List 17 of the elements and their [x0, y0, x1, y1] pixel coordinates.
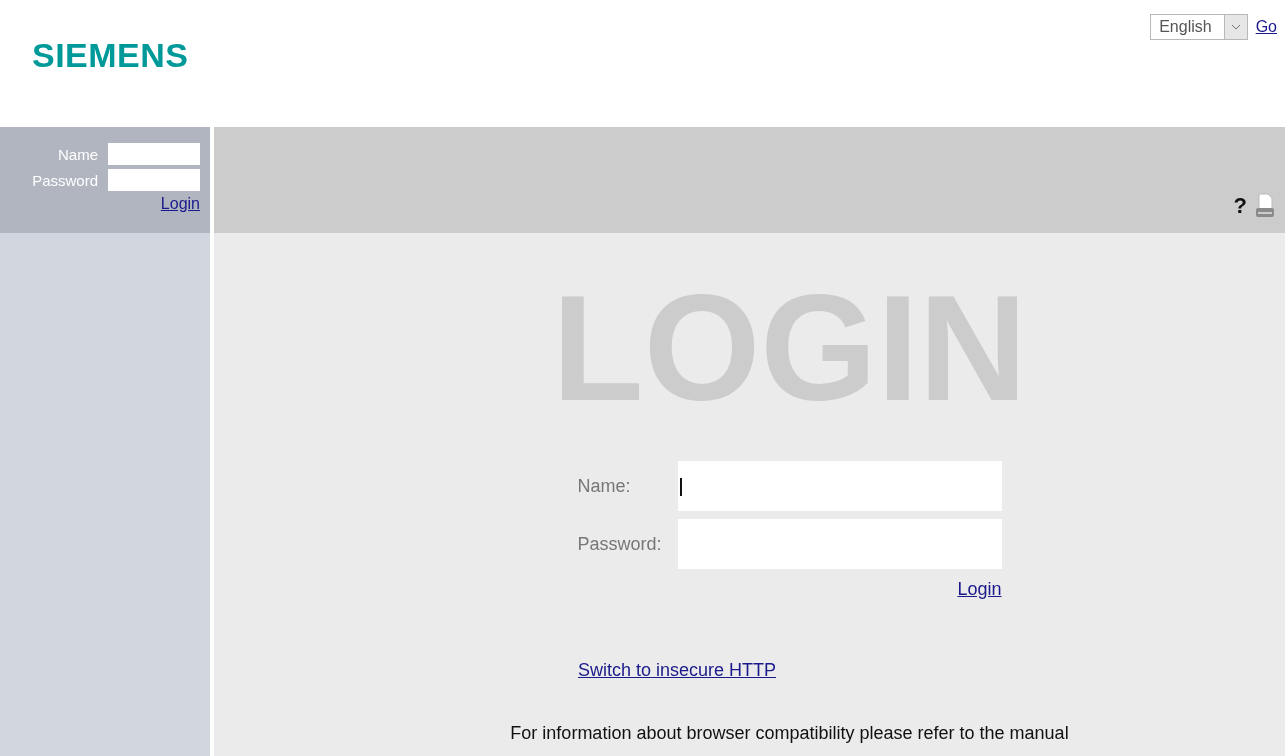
switch-http-link[interactable]: Switch to insecure HTTP — [578, 660, 777, 680]
input-field[interactable] — [108, 143, 200, 165]
field-label: Password — [32, 171, 98, 189]
siemens-logo: SIEMENS — [32, 36, 189, 75]
chevron-down-icon — [1230, 24, 1241, 30]
login-link[interactable]: Login — [160, 195, 200, 213]
info-text: For information about browser compatibility please refer to the manual — [510, 723, 1069, 744]
language-select[interactable]: English — [1150, 14, 1248, 40]
help-button[interactable]: ? — [1233, 193, 1247, 219]
input-field[interactable] — [677, 461, 1002, 511]
go-link[interactable]: Go — [1255, 18, 1277, 36]
login-link[interactable]: Login — [957, 579, 1002, 600]
input-field[interactable] — [108, 169, 200, 191]
printer-icon[interactable] — [1255, 193, 1275, 219]
field-label: Password: — [577, 533, 663, 555]
field-label: Name — [58, 145, 98, 163]
field-label: Name: — [577, 475, 632, 497]
